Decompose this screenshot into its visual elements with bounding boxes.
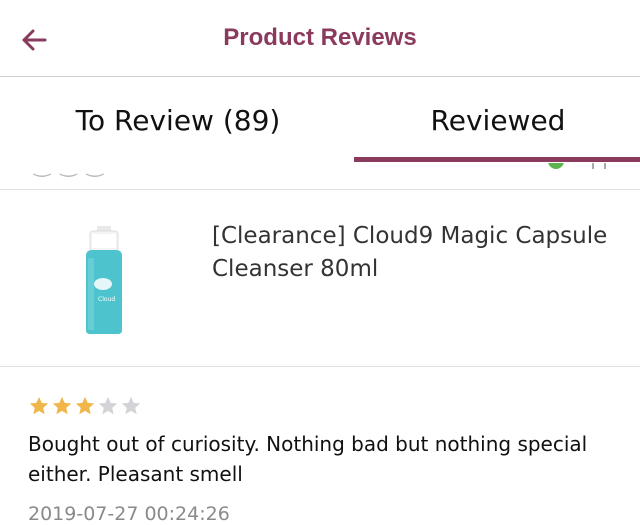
product-name: [Clearance] Cloud9 Magic Capsule Cleanse… — [212, 223, 608, 282]
page-title: Product Reviews — [223, 24, 417, 51]
star-filled-icon — [52, 396, 72, 415]
review-date: 2019-07-27 00:24:26 — [28, 503, 230, 525]
partial-divider — [592, 163, 594, 169]
tab-to-review[interactable]: To Review (89) — [0, 77, 356, 163]
star-filled-icon — [75, 396, 95, 415]
previous-item-peek: ‿ ‿ ‿ — [0, 163, 640, 190]
partial-content: ‿ ‿ ‿ — [34, 163, 105, 177]
partial-green-icon — [548, 163, 564, 169]
product-bottle-image: Cloud — [86, 226, 122, 334]
review-tabs: To Review (89) Reviewed — [0, 77, 640, 163]
star-filled-icon — [29, 396, 49, 415]
svg-text:Cloud: Cloud — [98, 296, 115, 303]
star-rating — [28, 395, 142, 417]
tab-reviewed[interactable]: Reviewed — [356, 77, 640, 163]
partial-divider — [604, 163, 606, 169]
review-entry: Bought out of curiosity. Nothing bad but… — [0, 367, 640, 525]
star-empty-icon — [98, 396, 118, 415]
product-card[interactable]: Cloud [Clearance] Cloud9 Magic Capsule C… — [0, 190, 640, 367]
star-empty-icon — [121, 396, 141, 415]
active-tab-indicator — [354, 157, 640, 162]
app-header: Product Reviews — [0, 0, 640, 77]
review-text: Bought out of curiosity. Nothing bad but… — [28, 432, 588, 486]
